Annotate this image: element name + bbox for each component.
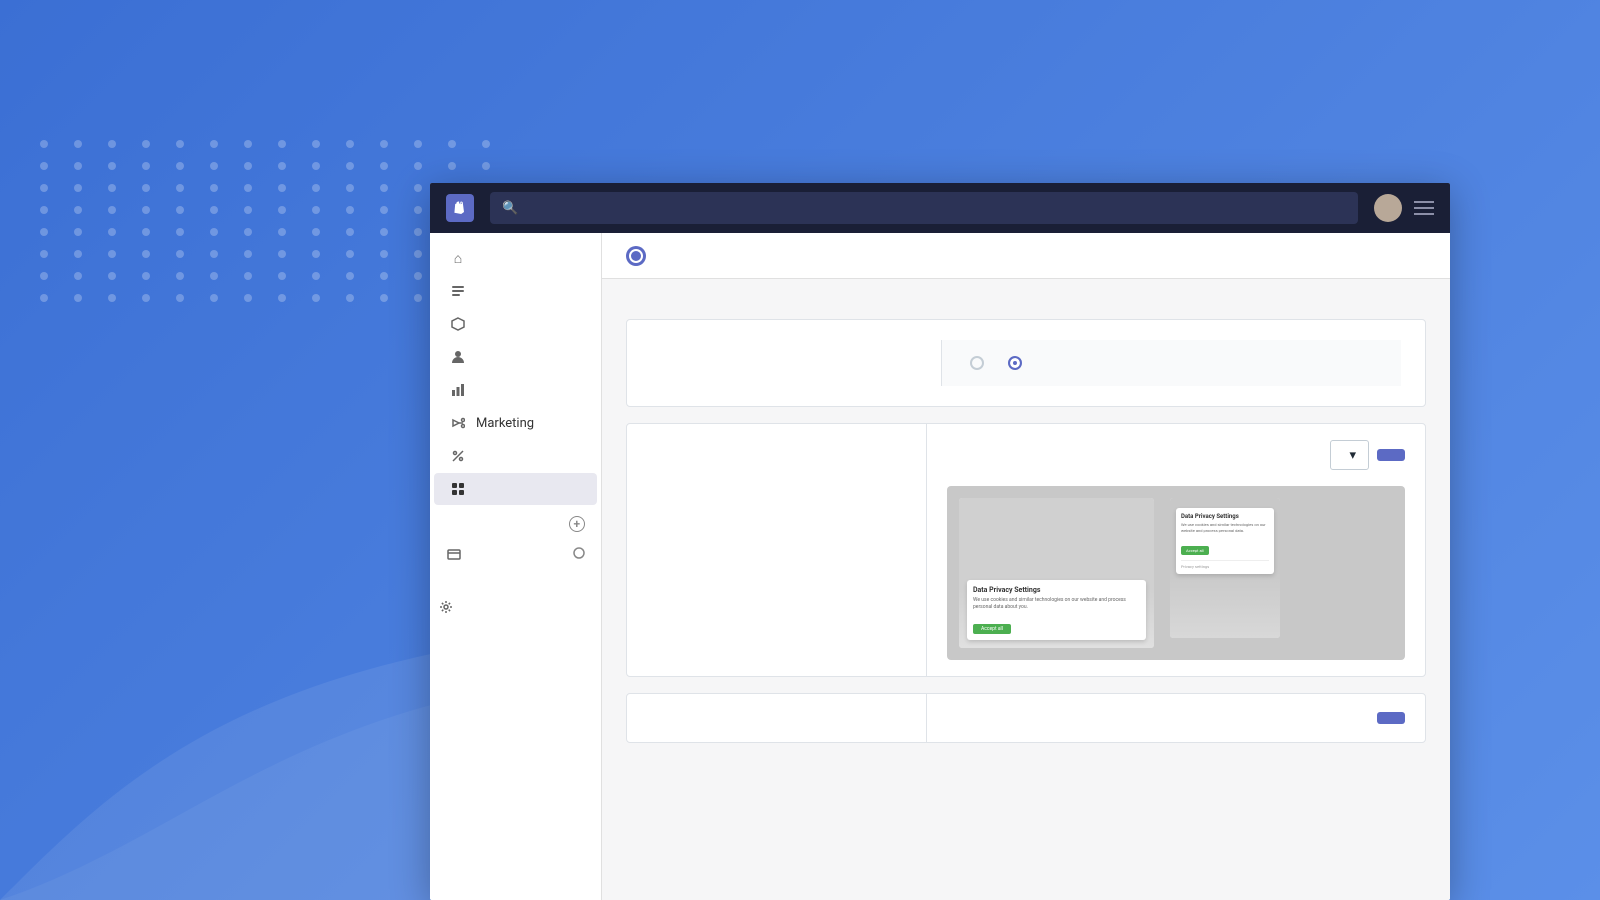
products-icon	[450, 316, 466, 332]
top-bar: 🔍	[430, 183, 1450, 233]
cookie-header-1: Data Privacy Settings	[973, 586, 1140, 594]
toggle-off-group	[962, 356, 984, 370]
cookie-btn-2: Accept all	[1181, 546, 1209, 555]
page-body: ▾	[602, 279, 1450, 779]
customizer-left	[627, 424, 927, 676]
customize-button[interactable]	[1377, 712, 1405, 724]
breadcrumb	[626, 246, 670, 266]
app-icon	[626, 246, 646, 266]
settings-icon	[438, 599, 454, 615]
preview-card-2: Data Privacy Settings We use cookies and…	[1170, 498, 1280, 638]
sidebar-item-settings[interactable]	[434, 591, 597, 623]
search-icon: 🔍	[502, 201, 518, 216]
cookie-header-2: Data Privacy Settings	[1181, 513, 1269, 520]
main-wrapper: ▾	[602, 233, 1450, 900]
add-sales-channel-button[interactable]: +	[569, 516, 585, 532]
hamburger-line-1	[1414, 201, 1434, 203]
cookie-text-2: We use cookies and similar technologies …	[1181, 522, 1269, 533]
marketing-icon	[450, 415, 466, 431]
customizer-right: ▾	[927, 424, 1425, 676]
sidebar-item-marketing[interactable]: Marketing	[434, 407, 597, 439]
apps-icon	[450, 481, 466, 497]
online-store-left	[446, 546, 472, 562]
customizer-card-inner: ▾	[627, 424, 1425, 676]
radio-off[interactable]	[970, 356, 984, 370]
sidebar-item-online-store[interactable]	[430, 536, 601, 571]
orders-icon	[450, 283, 466, 299]
sidebar-item-customers[interactable]	[434, 341, 597, 373]
settings-right	[927, 696, 1425, 740]
menu-button[interactable]	[1414, 201, 1434, 215]
sidebar-item-discounts[interactable]	[434, 440, 597, 472]
settings-card-inner	[627, 694, 1425, 742]
breadcrumb-bar	[602, 233, 1450, 279]
activate-card	[626, 319, 1426, 407]
sidebar-item-analytics[interactable]	[434, 374, 597, 406]
chevron-down-icon: ▾	[1349, 447, 1356, 463]
sidebar-item-home[interactable]: ⌂	[434, 242, 597, 274]
shopify-window: 🔍 ⌂	[430, 183, 1450, 900]
online-store-expand-icon	[573, 544, 585, 563]
customers-icon	[450, 349, 466, 365]
cookie-btn-1: Accept all	[973, 624, 1011, 634]
hamburger-line-3	[1414, 213, 1434, 215]
sidebar-item-apps[interactable]	[434, 473, 597, 505]
home-icon: ⌂	[450, 250, 466, 266]
customizer-actions: ▾	[947, 440, 1405, 470]
more-actions-button[interactable]: ▾	[1330, 440, 1369, 470]
sidebar: ⌂	[430, 233, 602, 900]
user-avatar[interactable]	[1374, 194, 1402, 222]
main-content: ▾	[602, 279, 1450, 900]
cookie-text-1: We use cookies and similar technologies …	[973, 597, 1140, 611]
online-store-icon	[446, 546, 462, 562]
toggle-on-group	[1000, 356, 1022, 370]
wave-decoration	[0, 500, 450, 900]
customizer-card: ▾	[626, 423, 1426, 677]
settings-card	[626, 693, 1426, 743]
customizer-button[interactable]	[1377, 449, 1405, 461]
cookie-footer-2: Privacy settings	[1181, 560, 1269, 569]
radio-on[interactable]	[1008, 356, 1022, 370]
sidebar-label-marketing: Marketing	[476, 416, 534, 431]
activate-left	[651, 360, 941, 366]
search-bar[interactable]: 🔍	[490, 192, 1358, 224]
sidebar-sales-channels-section: +	[430, 506, 601, 536]
sidebar-item-products[interactable]	[434, 308, 597, 340]
settings-left	[627, 694, 927, 742]
discounts-icon	[450, 448, 466, 464]
shopify-logo	[446, 194, 474, 222]
analytics-icon	[450, 382, 466, 398]
top-bar-right	[1374, 194, 1434, 222]
activate-card-inner	[627, 320, 1425, 406]
activate-right	[941, 340, 1401, 386]
preview-card-1: Data Privacy Settings We use cookies and…	[959, 498, 1154, 648]
hamburger-line-2	[1414, 207, 1434, 209]
preview-area: Data Privacy Settings We use cookies and…	[947, 486, 1405, 660]
sidebar-item-orders[interactable]	[434, 275, 597, 307]
content-area: ⌂	[430, 233, 1450, 900]
